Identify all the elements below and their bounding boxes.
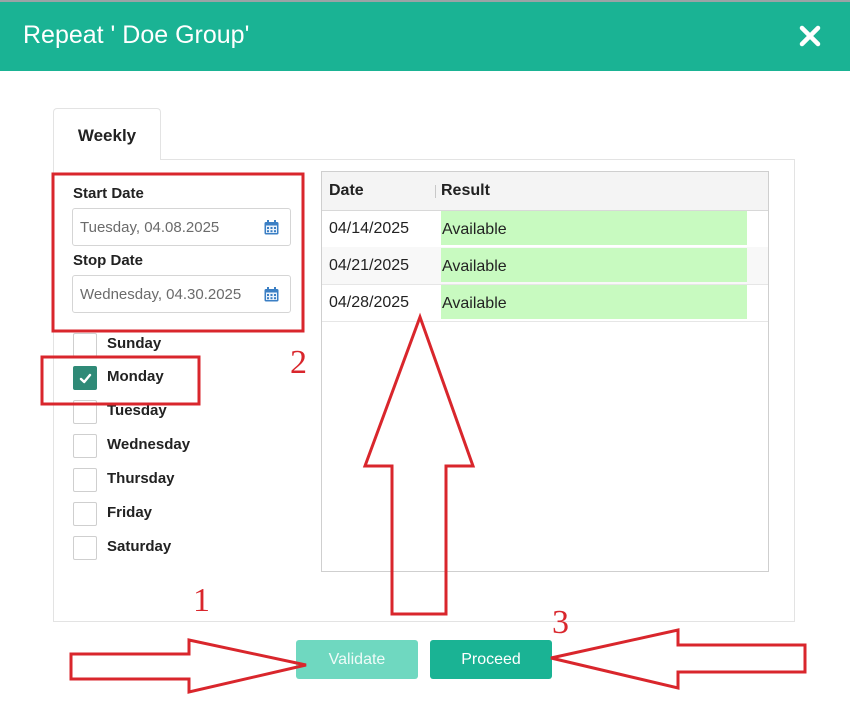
calendar-icon[interactable]	[264, 287, 279, 302]
tab-weekly[interactable]: Weekly	[53, 108, 161, 160]
annotation-number-3: 3	[552, 604, 569, 641]
calendar-icon[interactable]	[264, 220, 279, 235]
table-row[interactable]: 04/21/2025 Available	[322, 247, 768, 285]
checkbox-monday[interactable]	[73, 366, 97, 390]
day-wednesday[interactable]: Wednesday	[72, 434, 252, 460]
day-sunday[interactable]: Sunday	[72, 333, 252, 359]
arrow-right	[69, 638, 307, 694]
table-row[interactable]: 04/14/2025 Available	[322, 210, 768, 248]
checkmark-icon	[79, 373, 92, 384]
stop-date-input[interactable]: Wednesday, 04.30.2025	[72, 275, 291, 313]
proceed-button[interactable]: Proceed	[430, 640, 552, 679]
tab-weekly-label: Weekly	[77, 126, 137, 145]
row-result: Available	[442, 221, 507, 238]
checkbox-saturday[interactable]	[73, 536, 97, 560]
validate-button[interactable]: Validate	[296, 640, 418, 679]
arrow-left	[550, 628, 807, 690]
annotation-number-1: 1	[193, 582, 210, 619]
column-header-date[interactable]: Date	[329, 182, 364, 200]
column-divider	[435, 185, 436, 198]
checkbox-thursday[interactable]	[73, 468, 97, 492]
result-cell: Available	[441, 211, 747, 245]
checkbox-wednesday[interactable]	[73, 434, 97, 458]
start-date-input[interactable]: Tuesday, 04.08.2025	[72, 208, 291, 246]
row-result: Available	[442, 295, 507, 312]
table-row[interactable]: 04/28/2025 Available	[322, 284, 768, 322]
checkbox-friday[interactable]	[73, 502, 97, 526]
day-tuesday[interactable]: Tuesday	[72, 400, 252, 426]
dialog-header: Repeat ' Doe Group'	[0, 2, 850, 71]
day-label: Friday	[107, 504, 153, 521]
day-label: Wednesday	[107, 436, 191, 453]
day-label: Saturday	[107, 538, 172, 555]
close-icon[interactable]	[798, 24, 822, 48]
day-monday[interactable]: Monday	[72, 366, 252, 392]
results-grid: Date Result 04/14/2025 Available 04/21/2…	[321, 171, 769, 572]
result-cell: Available	[441, 248, 747, 282]
dialog-title: Repeat ' Doe Group'	[23, 21, 250, 49]
start-date-label: Start Date	[73, 185, 144, 202]
day-label: Thursday	[107, 470, 175, 487]
result-cell: Available	[441, 285, 747, 319]
day-label: Sunday	[107, 335, 162, 352]
row-result: Available	[442, 258, 507, 275]
day-label: Tuesday	[107, 402, 167, 419]
stop-date-value: Wednesday, 04.30.2025	[80, 286, 242, 303]
row-date: 04/28/2025	[329, 294, 410, 311]
day-saturday[interactable]: Saturday	[72, 536, 252, 562]
day-thursday[interactable]: Thursday	[72, 468, 252, 494]
start-date-value: Tuesday, 04.08.2025	[80, 219, 220, 236]
column-header-result[interactable]: Result	[441, 182, 490, 200]
row-date: 04/14/2025	[329, 220, 410, 237]
grid-header: Date Result	[322, 172, 768, 211]
row-date: 04/21/2025	[329, 257, 410, 274]
checkbox-tuesday[interactable]	[73, 400, 97, 424]
day-friday[interactable]: Friday	[72, 502, 252, 528]
checkbox-sunday[interactable]	[73, 333, 97, 357]
stop-date-label: Stop Date	[73, 252, 144, 269]
annotation-number-2: 2	[290, 344, 307, 381]
day-label: Monday	[107, 368, 164, 385]
